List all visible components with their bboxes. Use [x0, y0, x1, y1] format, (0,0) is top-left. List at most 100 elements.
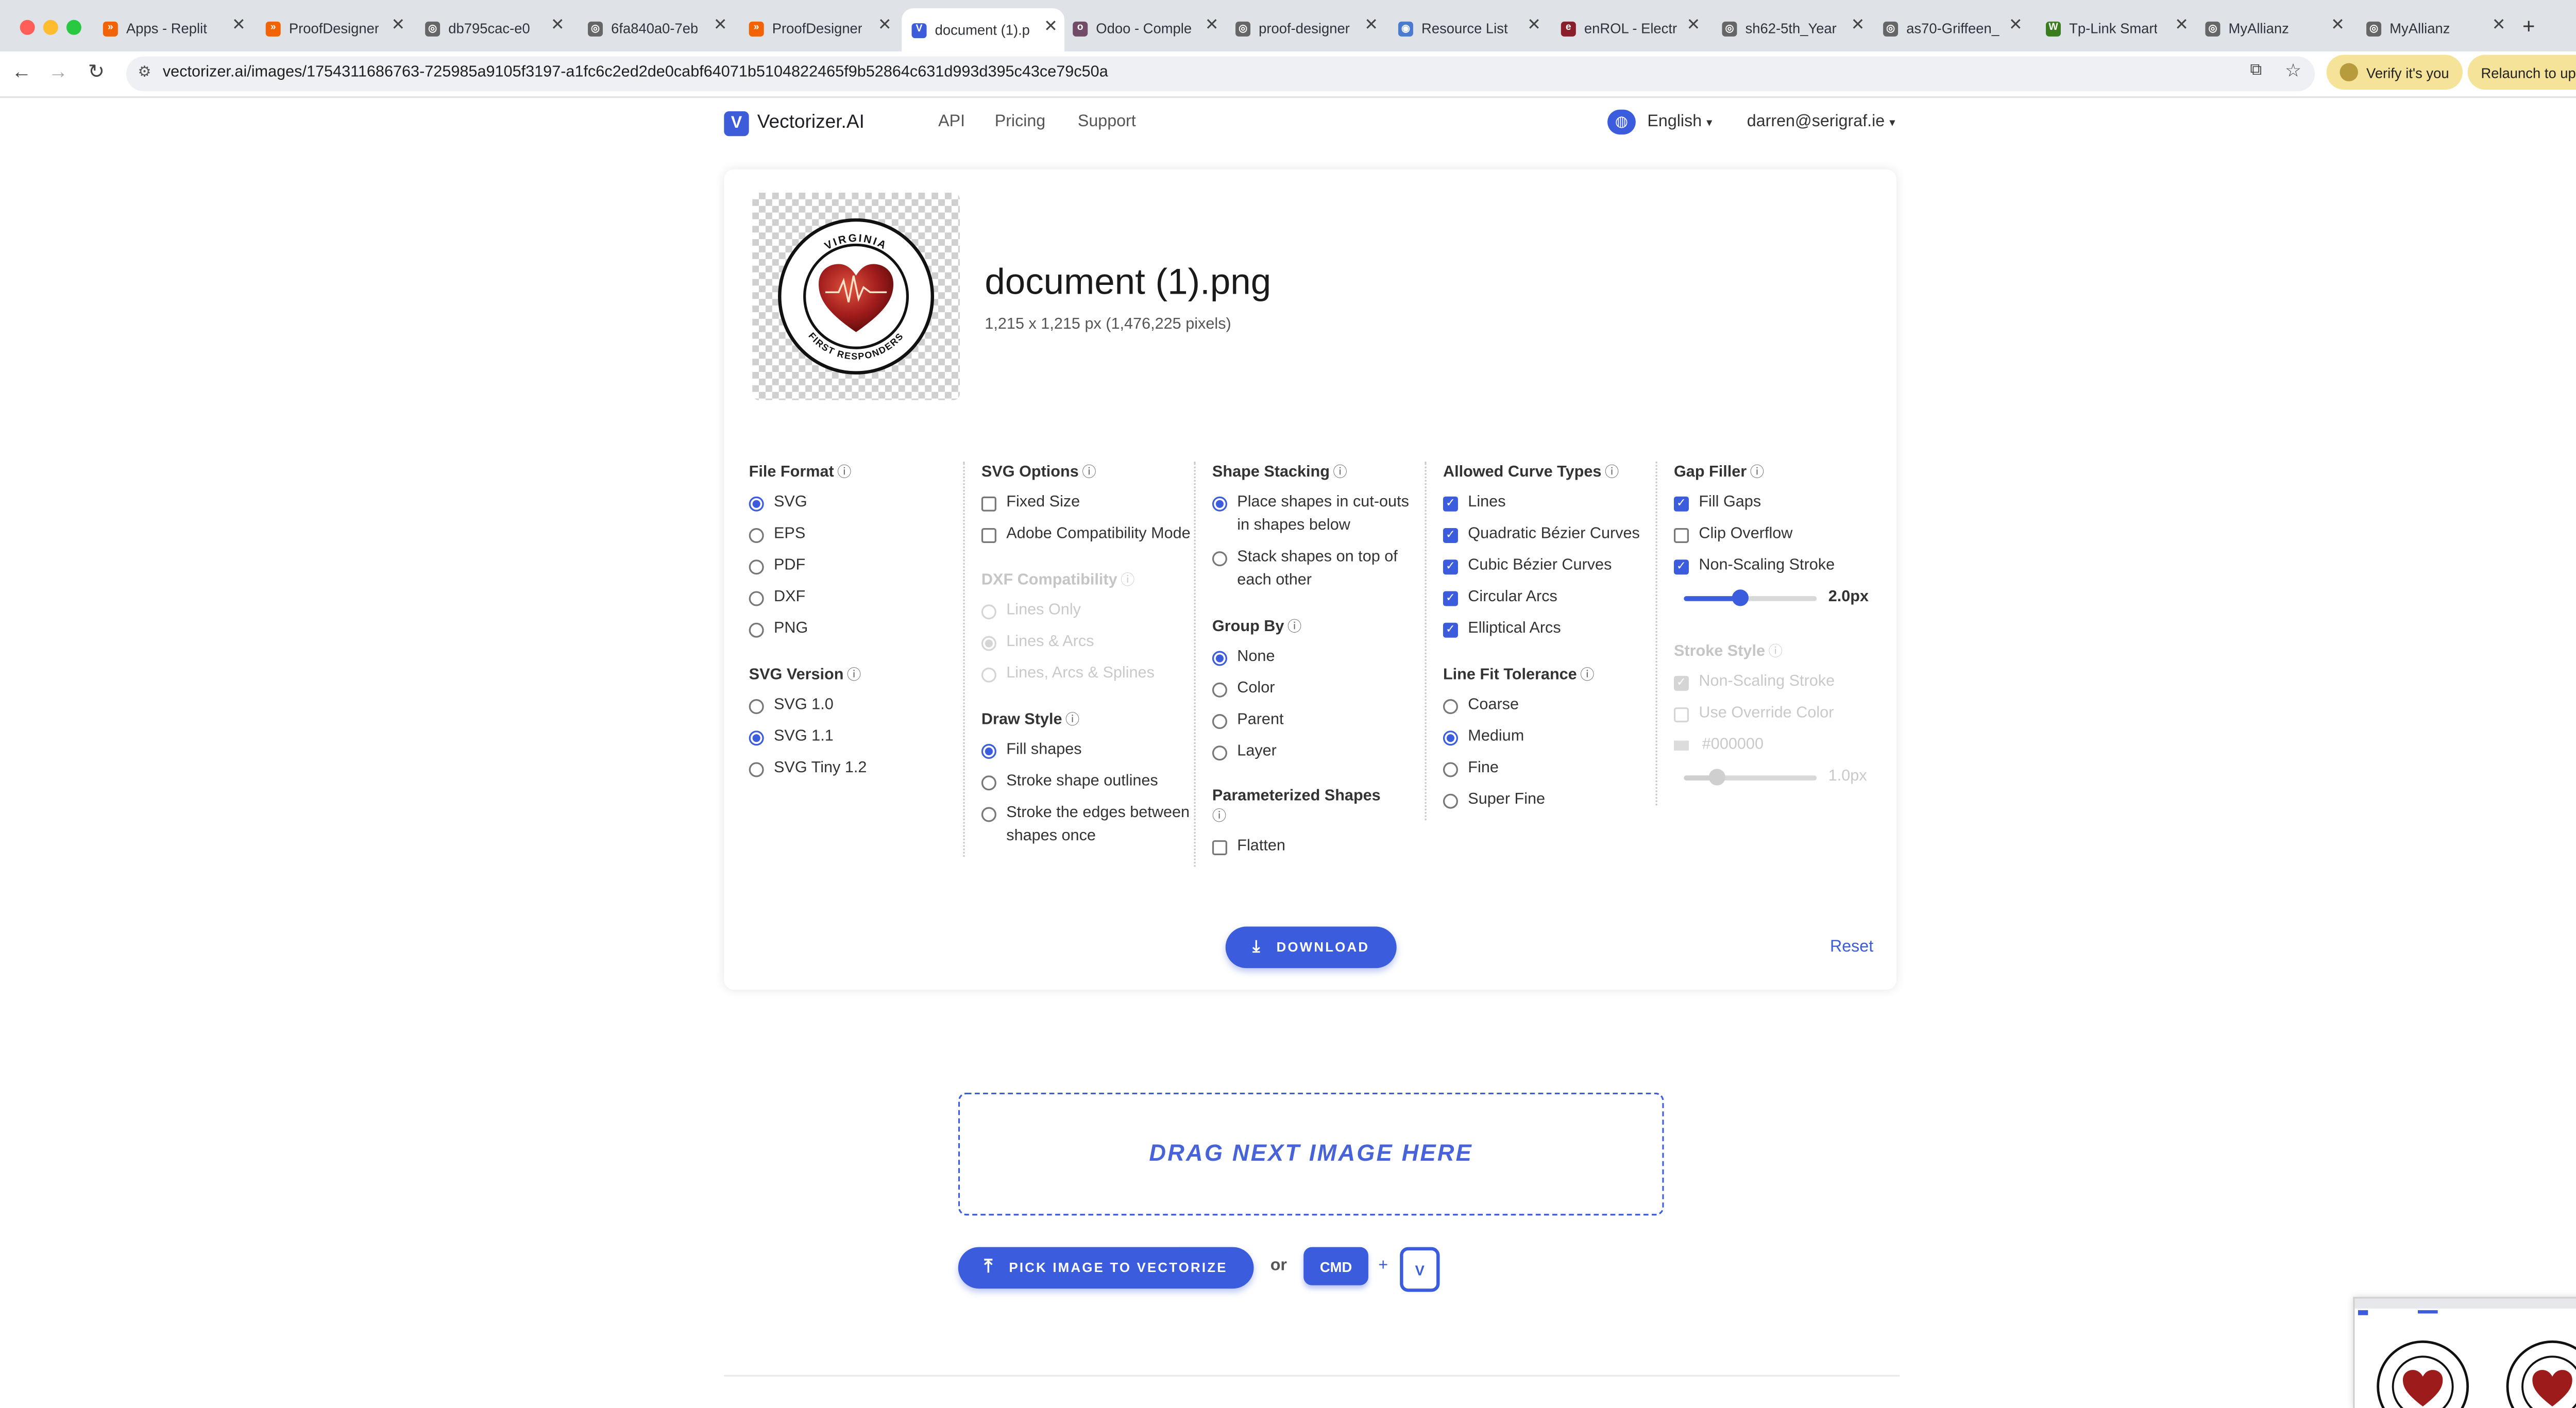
- download-button[interactable]: ⤓ DOWNLOAD: [1225, 926, 1397, 969]
- close-tab-icon[interactable]: ✕: [2492, 16, 2506, 35]
- radio-icon[interactable]: [749, 762, 764, 777]
- bookmark-star-icon[interactable]: ☆: [2285, 60, 2301, 81]
- checkbox-fixed-size[interactable]: Fixed Size: [981, 491, 1194, 515]
- browser-tab[interactable]: » ProofDesigner ✕: [749, 12, 892, 45]
- browser-tab[interactable]: ◎ sh62-5th_Year ✕: [1722, 12, 1865, 45]
- new-tab-icon[interactable]: +: [2522, 13, 2535, 38]
- radio-selected-icon[interactable]: [1212, 651, 1227, 666]
- checkbox-elliptical-arcs[interactable]: ✓ Elliptical Arcs: [1443, 618, 1656, 641]
- checkbox-non-scaling-stroke[interactable]: ✓ Non-Scaling Stroke: [1673, 555, 1882, 578]
- radio-icon[interactable]: [1212, 551, 1227, 567]
- reload-icon[interactable]: ↻: [83, 60, 110, 83]
- checkbox-checked-icon[interactable]: ✓: [1443, 622, 1458, 638]
- browser-tab[interactable]: e enROL - Electr ✕: [1561, 12, 1701, 45]
- close-tab-icon[interactable]: ✕: [878, 16, 892, 35]
- language-globe-icon[interactable]: ◍: [1607, 109, 1636, 135]
- checkbox-cubic[interactable]: ✓ Cubic Bézier Curves: [1443, 555, 1656, 578]
- radio-selected-icon[interactable]: [1212, 496, 1227, 512]
- checkbox-checked-icon[interactable]: ✓: [1443, 591, 1458, 606]
- radio-fill-shapes[interactable]: Fill shapes: [981, 739, 1194, 762]
- radio-stack-on-top[interactable]: Stack shapes on top of each other: [1212, 546, 1425, 592]
- browser-tab[interactable]: ◎ MyAllianz ✕: [2366, 12, 2506, 45]
- nav-support[interactable]: Support: [1078, 113, 1136, 131]
- close-tab-icon[interactable]: ✕: [1205, 16, 1219, 35]
- radio-group-color[interactable]: Color: [1212, 677, 1425, 701]
- close-tab-icon[interactable]: ✕: [2175, 16, 2189, 35]
- info-icon[interactable]: ⓘ: [1212, 807, 1226, 823]
- forward-icon[interactable]: →: [45, 60, 72, 83]
- radio-icon[interactable]: [1212, 714, 1227, 729]
- site-info-icon[interactable]: ⚙: [138, 63, 151, 81]
- radio-medium[interactable]: Medium: [1443, 726, 1656, 749]
- radio-icon[interactable]: [981, 807, 996, 822]
- checkbox-checked-icon[interactable]: ✓: [1443, 559, 1458, 575]
- radio-group-parent[interactable]: Parent: [1212, 709, 1425, 732]
- checkbox-icon[interactable]: [1673, 528, 1689, 543]
- browser-tab[interactable]: ◎ 6fa840a0-7eb ✕: [588, 12, 727, 45]
- pick-image-button[interactable]: ⤒ PICK IMAGE TO VECTORIZE: [958, 1247, 1254, 1289]
- checkbox-lines[interactable]: ✓ Lines: [1443, 491, 1656, 515]
- back-icon[interactable]: ←: [8, 60, 35, 83]
- browser-tab[interactable]: ◎ as70-Griffeen_ ✕: [1883, 12, 2023, 45]
- close-tab-icon[interactable]: ✕: [714, 16, 727, 35]
- radio-icon[interactable]: [749, 699, 764, 714]
- gap-stroke-slider[interactable]: 2.0px: [1684, 586, 1882, 609]
- info-icon[interactable]: ⓘ: [1065, 711, 1079, 727]
- checkbox-checked-icon[interactable]: ✓: [1673, 496, 1689, 512]
- radio-svg-1-1[interactable]: SVG 1.1: [749, 726, 962, 749]
- browser-tab[interactable]: o Odoo - Comple ✕: [1073, 12, 1219, 45]
- browser-tab[interactable]: W Tp-Link Smart ✕: [2045, 12, 2189, 45]
- radio-svg[interactable]: SVG: [749, 491, 962, 515]
- account-menu[interactable]: darren@serigraf.ie ▾: [1747, 113, 1895, 131]
- checkbox-checked-icon[interactable]: ✓: [1443, 528, 1458, 543]
- checkbox-fill-gaps[interactable]: ✓ Fill Gaps: [1673, 491, 1882, 515]
- verify-button[interactable]: Verify it's you: [2326, 55, 2463, 90]
- info-icon[interactable]: ⓘ: [1287, 618, 1301, 634]
- radio-icon[interactable]: [1212, 745, 1227, 761]
- radio-selected-icon[interactable]: [1443, 731, 1458, 746]
- info-icon[interactable]: ⓘ: [1605, 463, 1619, 480]
- radio-svg-tiny[interactable]: SVG Tiny 1.2: [749, 757, 962, 781]
- radio-selected-icon[interactable]: [749, 496, 764, 512]
- radio-pdf[interactable]: PDF: [749, 555, 962, 578]
- window-close-icon[interactable]: [20, 20, 35, 35]
- checkbox-clip-overflow[interactable]: Clip Overflow: [1673, 523, 1882, 546]
- close-tab-icon[interactable]: ✕: [2331, 16, 2345, 35]
- vectorizer-logo-icon[interactable]: V: [724, 111, 749, 137]
- radio-icon[interactable]: [1212, 682, 1227, 698]
- nav-pricing[interactable]: Pricing: [995, 113, 1046, 131]
- radio-stroke-outlines[interactable]: Stroke shape outlines: [981, 771, 1194, 794]
- drop-zone[interactable]: DRAG NEXT IMAGE HERE: [958, 1092, 1664, 1216]
- radio-icon[interactable]: [749, 622, 764, 638]
- close-tab-icon[interactable]: ✕: [1687, 16, 1701, 35]
- language-selector[interactable]: English ▾: [1647, 113, 1712, 131]
- radio-fine[interactable]: Fine: [1443, 757, 1656, 781]
- close-tab-icon[interactable]: ✕: [1364, 16, 1378, 35]
- info-icon[interactable]: ⓘ: [1082, 463, 1096, 480]
- radio-selected-icon[interactable]: [749, 731, 764, 746]
- close-tab-icon[interactable]: ✕: [2009, 16, 2023, 35]
- info-icon[interactable]: ⓘ: [1750, 463, 1764, 480]
- close-tab-icon[interactable]: ✕: [232, 16, 246, 35]
- checkbox-icon[interactable]: [1212, 840, 1227, 855]
- address-bar[interactable]: ⚙ vectorizer.ai/images/1754311686763-725…: [126, 56, 2315, 92]
- checkbox-flatten[interactable]: Flatten: [1212, 835, 1425, 858]
- close-tab-icon[interactable]: ✕: [1527, 16, 1541, 35]
- radio-icon[interactable]: [749, 528, 764, 543]
- radio-place-cutouts[interactable]: Place shapes in cut-outs in shapes below: [1212, 491, 1425, 538]
- slider-handle[interactable]: [1731, 589, 1748, 606]
- close-tab-icon[interactable]: ✕: [551, 16, 565, 35]
- info-icon[interactable]: ⓘ: [1333, 463, 1347, 480]
- radio-icon[interactable]: [981, 775, 996, 791]
- window-minimize-icon[interactable]: [43, 20, 58, 35]
- radio-group-layer[interactable]: Layer: [1212, 741, 1425, 764]
- checkbox-circular-arcs[interactable]: ✓ Circular Arcs: [1443, 586, 1656, 609]
- browser-tab[interactable]: ◎ proof-designer ✕: [1235, 12, 1378, 45]
- reset-link[interactable]: Reset: [1830, 938, 1873, 956]
- checkbox-icon[interactable]: [981, 528, 996, 543]
- radio-png[interactable]: PNG: [749, 618, 962, 641]
- info-icon[interactable]: ⓘ: [837, 463, 851, 480]
- radio-icon[interactable]: [1443, 699, 1458, 714]
- radio-group-none[interactable]: None: [1212, 646, 1425, 669]
- close-tab-icon[interactable]: ✕: [1851, 16, 1865, 35]
